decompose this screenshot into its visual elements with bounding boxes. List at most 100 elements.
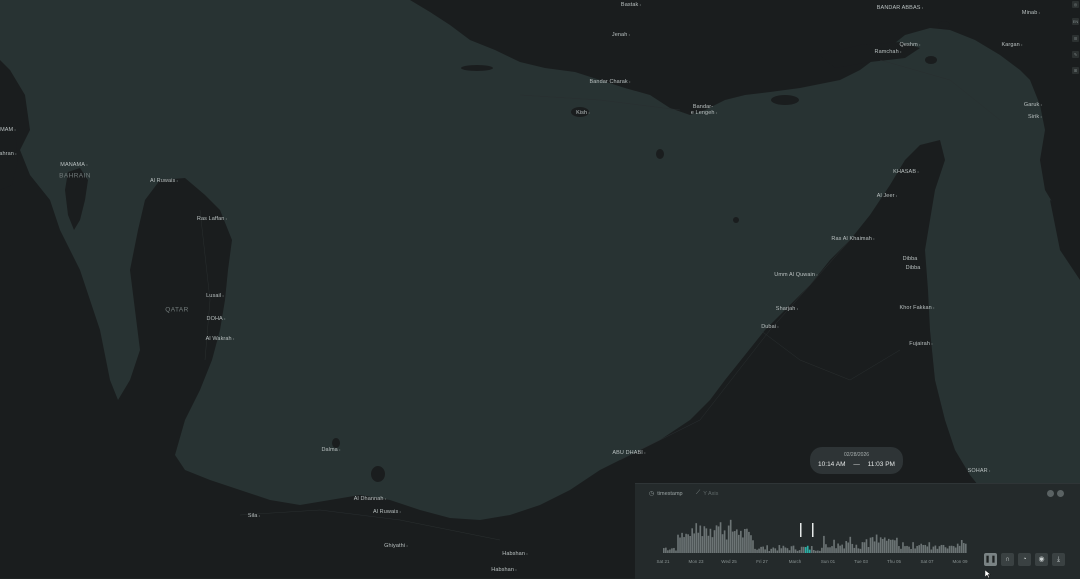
- histogram-bar: [772, 547, 775, 553]
- histogram-bar: [748, 531, 750, 553]
- legend-icon[interactable]: ☰: [1072, 35, 1079, 42]
- island: [733, 217, 739, 223]
- map-label: Fujairah: [909, 341, 932, 347]
- histogram-bar: [889, 539, 892, 553]
- histogram-bar: [873, 541, 876, 553]
- time-window-end: 11:03 PM: [867, 461, 895, 468]
- histogram-bar: [750, 535, 752, 553]
- time-window-handle[interactable]: [800, 523, 802, 537]
- histogram-bar: [918, 545, 920, 553]
- speed-button[interactable]: ◔: [1018, 553, 1031, 566]
- map-toolbar: ◎ EN ☰ ✎ ⊞: [1070, 0, 1080, 80]
- timeline-tick-label: Thu 05: [886, 559, 902, 564]
- histogram-bar: [879, 537, 882, 553]
- histogram-bar: [940, 544, 943, 553]
- histogram-bar: [946, 548, 949, 553]
- histogram-bar: [689, 536, 691, 553]
- histogram-bar: [853, 547, 856, 553]
- histogram-bar: [954, 547, 957, 553]
- histogram-bar: [908, 546, 910, 553]
- map-label: Habshan: [502, 551, 527, 557]
- measure-icon[interactable]: ✎: [1072, 51, 1079, 58]
- histogram-bar: [896, 537, 898, 553]
- language-toggle[interactable]: EN: [1072, 18, 1079, 25]
- histogram-bar: [723, 530, 726, 553]
- map-label: Umm Al Quwain: [774, 272, 817, 278]
- island: [656, 149, 664, 159]
- histogram-bar: [685, 533, 687, 553]
- loop-button[interactable]: ∩: [1001, 553, 1014, 566]
- split-map-icon[interactable]: ⊞: [1072, 67, 1079, 74]
- histogram-bar: [926, 546, 929, 553]
- time-window-handle[interactable]: [812, 523, 814, 537]
- histogram-bar: [962, 543, 965, 553]
- map-label: Ramchah: [875, 49, 902, 55]
- island: [925, 56, 937, 64]
- histogram-bar: [737, 534, 740, 553]
- histogram-bar: [746, 528, 748, 553]
- histogram-bar: [942, 544, 945, 553]
- histogram-bar: [762, 546, 764, 553]
- histogram-bar: [754, 548, 756, 553]
- map-label: Qeshm: [900, 42, 921, 48]
- histogram-bar: [673, 547, 675, 553]
- histogram-bar: [808, 549, 811, 553]
- timeline-tick-label: Sat 07: [920, 559, 934, 564]
- histogram-bar: [703, 526, 706, 553]
- histogram-bar: [756, 549, 758, 553]
- histogram-bar: [810, 546, 813, 553]
- map-label: Sila: [248, 513, 260, 519]
- histogram-bar: [752, 540, 754, 553]
- map-label: QATAR: [165, 306, 189, 314]
- map-label: Bandar Charak: [589, 79, 630, 85]
- histogram-bar: [819, 550, 821, 553]
- histogram-bar: [817, 550, 819, 553]
- island: [938, 21, 950, 29]
- histogram-bar: [823, 535, 825, 553]
- histogram-bar: [733, 531, 736, 553]
- animation-window-button[interactable]: ◉: [1035, 553, 1048, 566]
- map-label: Dalma: [321, 447, 340, 453]
- histogram-bar: [875, 534, 878, 553]
- histogram-bar: [821, 547, 823, 553]
- histogram-bar: [796, 550, 799, 553]
- map-label: Dibba: [905, 265, 921, 271]
- island: [771, 95, 799, 105]
- layers-icon[interactable]: ◎: [1072, 1, 1079, 8]
- histogram-bar: [904, 546, 906, 553]
- time-window-start: 10:14 AM: [818, 461, 846, 468]
- histogram-bar: [663, 548, 665, 553]
- histogram-bar: [774, 548, 777, 553]
- histogram-bar: [831, 546, 833, 553]
- histogram-bar: [721, 534, 724, 553]
- histogram-bar: [798, 550, 801, 553]
- histogram-bar: [740, 530, 742, 553]
- histogram-bar: [833, 539, 835, 553]
- histogram-bar: [835, 548, 837, 553]
- histogram-bar: [920, 543, 923, 553]
- histogram-bar: [906, 545, 908, 553]
- histogram-bar: [790, 546, 793, 553]
- map-label: Jenah: [612, 32, 630, 38]
- histogram-bar: [675, 550, 677, 553]
- timeline-panel: ◷ timestamp ⟋ Y Axis Sat 21 Mon 23 Wed 25 F…: [635, 483, 1080, 579]
- export-button[interactable]: ⤓: [1052, 553, 1065, 566]
- pause-button[interactable]: ❚❚: [984, 553, 997, 566]
- histogram-bar: [727, 525, 730, 553]
- histogram-bar: [922, 545, 925, 553]
- histogram-bar: [865, 539, 868, 553]
- timeline-tick-label: Mon 23: [688, 559, 704, 564]
- histogram-bar: [877, 542, 880, 553]
- histogram-bar: [930, 549, 933, 553]
- histogram-bar: [758, 548, 760, 553]
- histogram-bar: [800, 546, 803, 553]
- map-label: Kish: [576, 110, 590, 116]
- histogram-bar: [792, 545, 795, 553]
- island: [461, 65, 493, 71]
- map-label: Ras Al Khaimah: [831, 236, 874, 242]
- map-label: Khor Fakkan: [899, 305, 934, 311]
- histogram-bar: [699, 525, 702, 553]
- histogram-bar: [936, 548, 939, 553]
- histogram-bar: [709, 528, 712, 553]
- map-label: Al Wakrah: [206, 336, 235, 342]
